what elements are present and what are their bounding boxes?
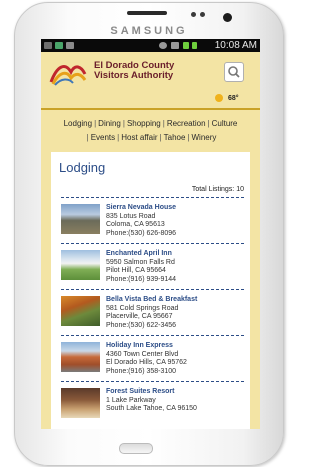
listing-city: El Dorado Hills, CA 95762 (106, 359, 187, 366)
site-header: El Dorado County Visitors Authority 68° (41, 52, 260, 111)
listing-phone[interactable]: Phone:(916) 939-9144 (106, 276, 176, 283)
sun-icon (215, 94, 223, 102)
total-listings: Total Listings: 10 (191, 186, 244, 193)
logo-line-2: Visitors Authority (94, 70, 174, 81)
listing-item[interactable]: Holiday Inn Express 4360 Town Center Blv… (61, 342, 246, 384)
listing-name[interactable]: Forest Suites Resort (106, 388, 174, 395)
image-icon (55, 42, 63, 49)
nav-item-recreation[interactable]: Recreation (167, 119, 206, 128)
page-title: Lodging (59, 160, 106, 175)
listing-item[interactable]: Forest Suites Resort 1 Lake Parkway Sout… (61, 388, 246, 429)
earpiece (127, 11, 167, 15)
listing-address: 581 Cold Springs Road (106, 305, 179, 312)
listing-address: 5950 Salmon Falls Rd (106, 259, 175, 266)
listing-photo[interactable] (61, 388, 100, 418)
listing-item[interactable]: Enchanted April Inn 5950 Salmon Falls Rd… (61, 250, 246, 292)
signal-icon (183, 42, 189, 49)
category-nav: Lodging | Dining | Shopping | Recreation | Cultu… (41, 114, 260, 148)
divider (61, 197, 244, 198)
mail-icon (66, 42, 74, 49)
listing-city: Coloma, CA 95613 (106, 221, 165, 228)
header-rule (41, 108, 260, 110)
battery-icon (192, 42, 197, 49)
logo-icon[interactable] (49, 58, 87, 86)
temperature: 68° (228, 95, 239, 102)
device-brand: SAMSUNG (110, 25, 188, 37)
nav-row-1: Lodging | Dining | Shopping | Recreation | Cultu… (41, 119, 260, 128)
status-time: 10:08 AM (214, 40, 257, 51)
listing-item[interactable]: Sierra Nevada House 835 Lotus Road Colom… (61, 204, 246, 246)
sensor (191, 12, 196, 17)
listing-city: South Lake Tahoe, CA 96150 (106, 405, 197, 412)
site-logo-text[interactable]: El Dorado County Visitors Authority (94, 61, 174, 81)
divider (61, 381, 244, 382)
wifi-icon (171, 42, 179, 49)
notification-icon (44, 42, 52, 49)
front-camera (223, 13, 232, 22)
listing-phone[interactable]: Phone:(530) 622-3456 (106, 322, 176, 329)
listing-name[interactable]: Enchanted April Inn (106, 250, 172, 257)
screen: 10:08 AM El Dorado County Visitors Autho… (41, 39, 260, 429)
nav-item-culture[interactable]: Culture (212, 119, 238, 128)
listing-photo[interactable] (61, 204, 100, 234)
nav-item-lodging[interactable]: Lodging (64, 119, 92, 128)
listing-name[interactable]: Holiday Inn Express (106, 342, 173, 349)
search-icon (228, 66, 240, 78)
nav-item-winery[interactable]: Winery (192, 133, 217, 142)
listing-city: Placerville, CA 95667 (106, 313, 173, 320)
listing-photo[interactable] (61, 250, 100, 280)
status-bar: 10:08 AM (41, 39, 260, 52)
nav-item-shopping[interactable]: Shopping (127, 119, 161, 128)
listing-address: 1 Lake Parkway (106, 397, 156, 404)
divider (61, 335, 244, 336)
listing-photo[interactable] (61, 342, 100, 372)
listing-address: 835 Lotus Road (106, 213, 156, 220)
listing-phone[interactable]: Phone:(916) 358-3100 (106, 368, 176, 375)
listings-panel: Lodging Total Listings: 10 Sierra Nevada… (51, 152, 250, 429)
nav-item-host-affair[interactable]: Host affair (121, 133, 157, 142)
nav-item-events[interactable]: Events (91, 133, 115, 142)
nav-item-tahoe[interactable]: Tahoe (164, 133, 186, 142)
alarm-icon (159, 42, 167, 49)
home-button[interactable] (119, 443, 153, 454)
listing-city: Pilot Hill, CA 95664 (106, 267, 166, 274)
listing-address: 4360 Town Center Blvd (106, 351, 179, 358)
nav-row-2: | Events | Host affair | Tahoe | Winery (41, 133, 260, 142)
listing-name[interactable]: Sierra Nevada House (106, 204, 176, 211)
listing-photo[interactable] (61, 296, 100, 326)
divider (61, 243, 244, 244)
sensor (200, 12, 205, 17)
search-button[interactable] (224, 62, 244, 82)
divider (61, 289, 244, 290)
nav-item-dining[interactable]: Dining (98, 119, 121, 128)
listing-item[interactable]: Bella Vista Bed & Breakfast 581 Cold Spr… (61, 296, 246, 338)
listing-phone[interactable]: Phone:(530) 626-8096 (106, 230, 176, 237)
listing-name[interactable]: Bella Vista Bed & Breakfast (106, 296, 197, 303)
